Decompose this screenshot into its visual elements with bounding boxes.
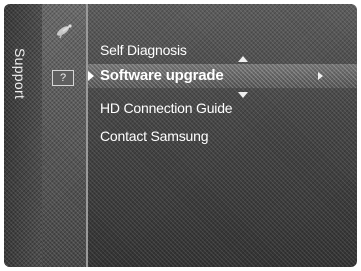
up-arrow-icon <box>238 56 248 62</box>
support-tab-label: Support <box>12 48 28 100</box>
chevron-right-icon <box>318 72 323 80</box>
menu-item-software-upgrade[interactable]: Software upgrade <box>88 64 357 88</box>
menu-item-contact-samsung[interactable]: Contact Samsung <box>100 128 208 144</box>
menu-item-hd-connection-guide[interactable]: HD Connection Guide <box>100 100 233 116</box>
down-arrow-icon <box>238 92 248 98</box>
satellite-dish-icon <box>57 24 72 39</box>
menu-item-software-upgrade-label: Software upgrade <box>100 67 224 84</box>
support-tab[interactable]: Support <box>4 4 43 267</box>
menu-item-self-diagnosis[interactable]: Self Diagnosis <box>100 42 187 58</box>
help-question-icon[interactable]: ? <box>52 70 74 86</box>
support-menu-list: Self Diagnosis Software upgrade HD Conne… <box>88 4 357 267</box>
selection-pointer-icon <box>88 71 94 81</box>
tv-support-menu: Support ? Self Diagnosis Software upgrad… <box>4 4 357 267</box>
menu-icon-column: ? <box>42 4 88 267</box>
